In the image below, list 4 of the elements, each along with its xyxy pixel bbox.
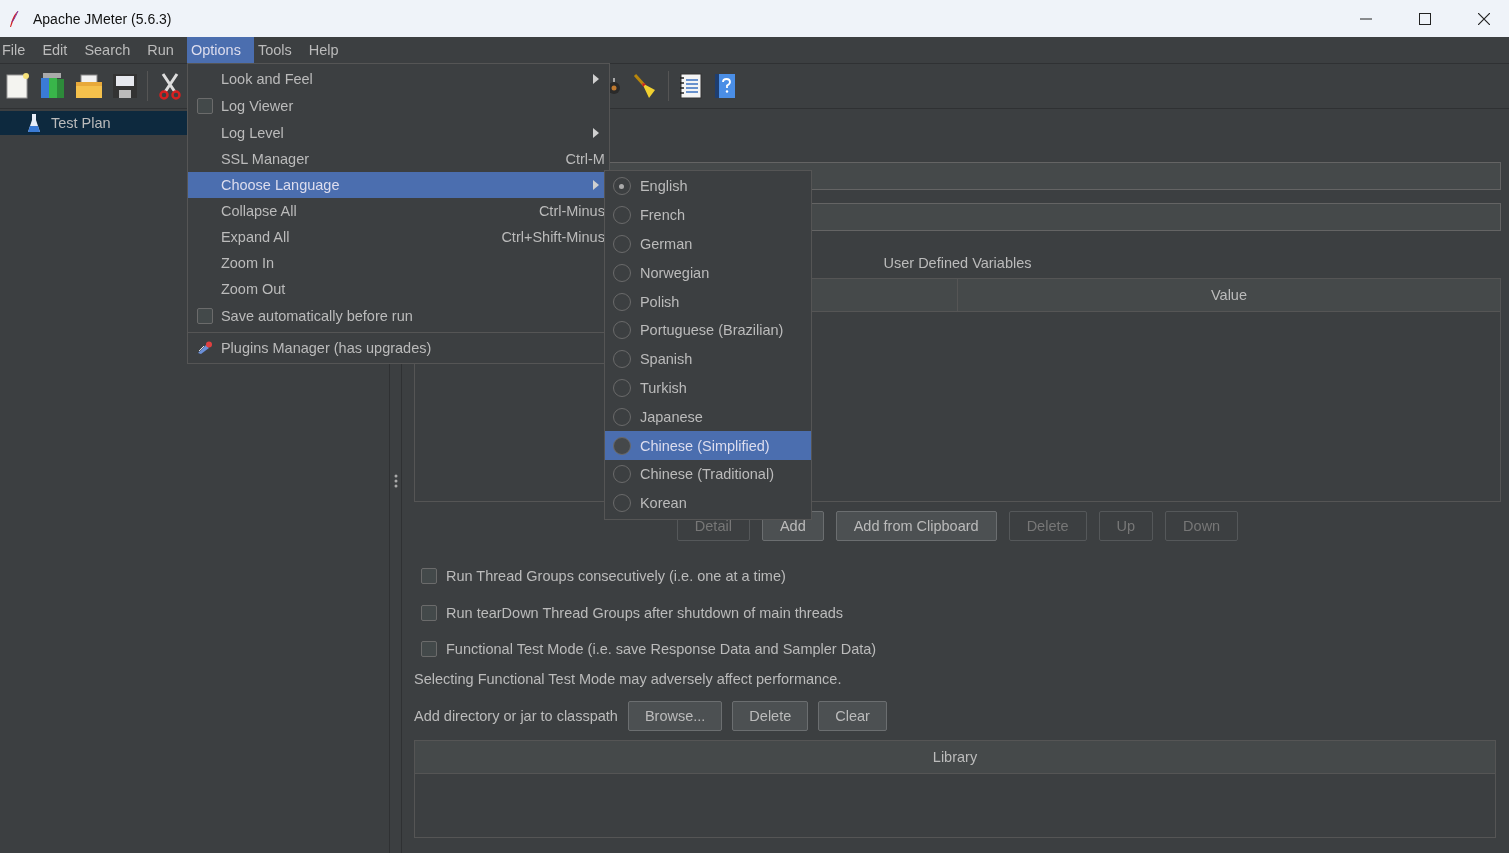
section-title: User Defined Variables <box>883 254 1032 273</box>
classpath-label: Add directory or jar to classpath <box>414 707 618 724</box>
note-text: Selecting Functional Test Mode may adversely affect performance. <box>414 669 843 689</box>
window-title: Apache JMeter (5.6.3) <box>33 10 172 27</box>
